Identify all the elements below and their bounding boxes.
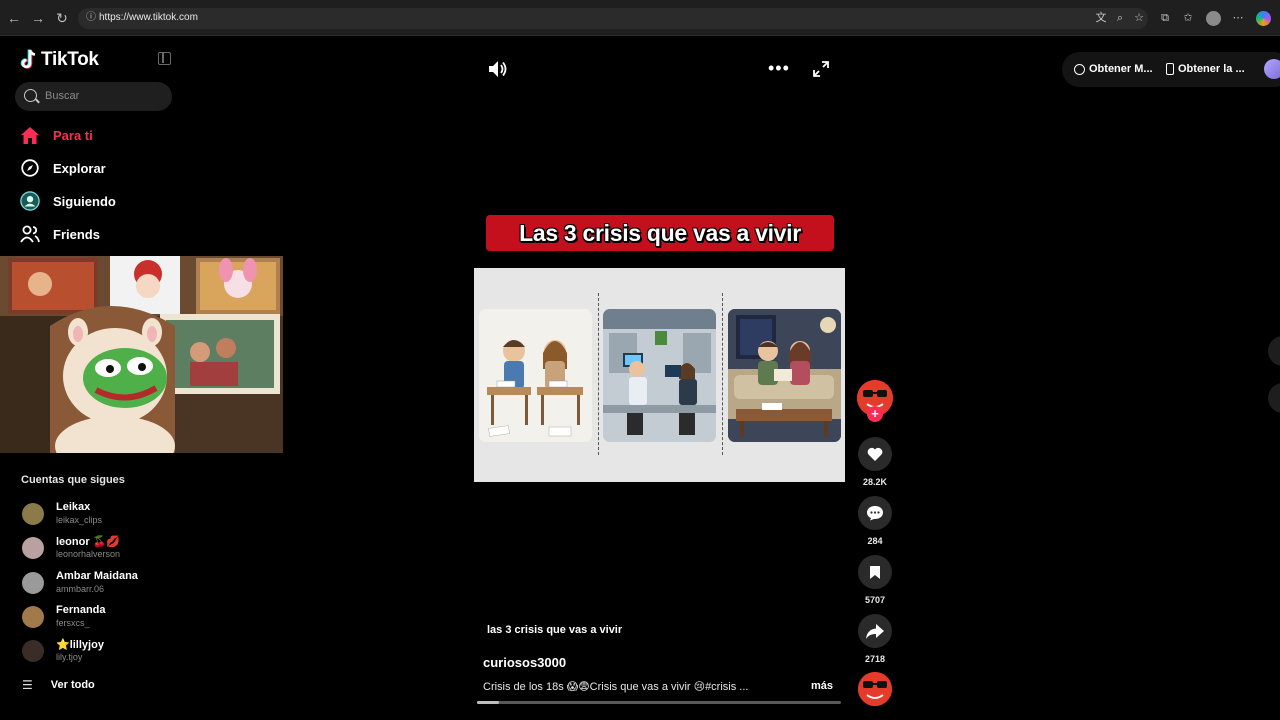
volume-icon[interactable]: [488, 60, 508, 78]
like-count: 28.2K: [862, 477, 888, 487]
account-handle: fersxcs_: [56, 618, 90, 628]
nav-label: Explorar: [53, 160, 106, 176]
avatar: [22, 606, 44, 628]
get-app-button[interactable]: Obtener M...: [1074, 63, 1153, 75]
music-disc[interactable]: [858, 672, 892, 706]
nav-item-para-ti[interactable]: Para ti: [20, 124, 93, 146]
save-count: 5707: [864, 595, 886, 605]
star-icon[interactable]: ☆: [1132, 11, 1146, 25]
previous-video-button[interactable]: [1268, 336, 1280, 366]
video-frame[interactable]: [474, 268, 845, 482]
account-name: leonor 🍒💋: [56, 536, 121, 548]
coin-icon: [1074, 63, 1085, 75]
panel-divider: [722, 293, 723, 455]
avatar: [22, 572, 44, 594]
reload-icon[interactable]: ↻: [54, 10, 70, 26]
video-progress-bar[interactable]: [477, 701, 841, 704]
like-button[interactable]: [858, 437, 892, 471]
bookmark-icon: [870, 566, 880, 579]
extensions-icon[interactable]: ⧉: [1158, 11, 1172, 25]
nav-label: Para ti: [53, 127, 93, 143]
nav-label: Friends: [53, 226, 100, 242]
see-all-label: Ver todo: [50, 679, 95, 691]
next-video-button[interactable]: [1268, 383, 1280, 413]
nav-label: Siguiendo: [53, 193, 116, 209]
streamer-webcam-overlay: [0, 256, 283, 453]
url-text: https://www.tiktok.com: [99, 12, 198, 23]
comment-button[interactable]: [858, 496, 892, 530]
comment-count: 284: [867, 536, 883, 546]
profile-avatar[interactable]: [1264, 59, 1280, 79]
fullscreen-icon[interactable]: [813, 61, 829, 77]
illustration-couple: [728, 309, 841, 442]
phone-icon: [1166, 63, 1174, 75]
top-right-actions: Obtener M... Obtener la ...: [1062, 52, 1280, 87]
account-name: Ambar Maidana: [56, 570, 138, 582]
share-button[interactable]: [858, 614, 892, 648]
see-all-button[interactable]: ☰ Ver todo: [22, 678, 95, 692]
video-progress-fill: [477, 701, 499, 704]
nav-item-siguiendo[interactable]: Siguiendo: [20, 190, 116, 212]
zoom-icon[interactable]: ⌕: [1113, 11, 1127, 25]
list-icon: ☰: [22, 678, 33, 692]
video-description: Crisis de los 18s 😱😨Crisis que vas a viv…: [483, 681, 749, 693]
logo-text: TikTok: [41, 49, 99, 70]
following-icon: [20, 191, 40, 211]
get-app-mobile-button[interactable]: Obtener la ...: [1166, 63, 1245, 75]
video-title-banner: Las 3 crisis que vas a vivir: [486, 215, 834, 251]
home-icon: [20, 125, 40, 145]
more-link[interactable]: más: [811, 680, 833, 692]
share-icon: [866, 623, 884, 639]
avatar: [22, 640, 44, 662]
share-count: 2718: [864, 654, 886, 664]
following-title: Cuentas que sigues: [21, 474, 125, 486]
get-app-mobile-label: Obtener la ...: [1178, 63, 1245, 75]
account-name: Fernanda: [56, 604, 106, 616]
collapse-sidebar-icon[interactable]: [158, 52, 171, 65]
copilot-icon[interactable]: [1256, 11, 1271, 26]
account-handle: ammbarr.06: [56, 584, 105, 594]
video-overlay-title: Las 3 crisis que vas a vivir: [519, 219, 801, 246]
address-bar[interactable]: ⓘ https://www.tiktok.com: [78, 8, 1148, 29]
translate-icon[interactable]: 文: [1094, 11, 1108, 25]
search-input[interactable]: Buscar: [15, 82, 172, 111]
follow-plus-button[interactable]: +: [867, 406, 883, 422]
more-options-icon[interactable]: •••: [768, 59, 790, 77]
illustration-office: [603, 309, 716, 442]
account-name: ⭐lillyjoy: [56, 639, 104, 651]
browser-profile-avatar[interactable]: [1206, 11, 1221, 26]
account-name: Leikax: [56, 501, 91, 513]
tiktok-logo[interactable]: TikTok: [20, 48, 99, 72]
avatar: [22, 537, 44, 559]
browser-menu-icon[interactable]: ⋯: [1231, 11, 1245, 25]
back-icon[interactable]: ←: [6, 10, 22, 26]
friends-icon: [20, 224, 40, 244]
search-placeholder: Buscar: [45, 90, 80, 102]
account-handle: leonorhalverson: [56, 549, 121, 559]
comment-icon: [867, 506, 883, 521]
favorites-icon[interactable]: ✩: [1181, 11, 1195, 25]
nav-item-friends[interactable]: Friends: [20, 223, 100, 245]
search-icon: [24, 89, 37, 102]
panel-divider: [598, 293, 599, 455]
browser-toolbar: ← → ↻ ⓘ https://www.tiktok.com 文 ⌕ ☆ ⧉ ✩…: [0, 0, 1280, 36]
account-handle: leikax_clips: [56, 515, 103, 525]
account-handle: lily.tjoy: [56, 652, 83, 662]
nav-item-explorar[interactable]: Explorar: [20, 157, 106, 179]
author-name[interactable]: curiosos3000: [483, 655, 566, 670]
compass-icon: [20, 158, 40, 178]
save-button[interactable]: [858, 555, 892, 589]
get-app-label: Obtener M...: [1089, 63, 1153, 75]
illustration-students: [479, 309, 592, 442]
site-info-icon[interactable]: ⓘ: [86, 12, 98, 24]
avatar: [22, 503, 44, 525]
heart-icon: [867, 447, 883, 461]
forward-icon[interactable]: →: [30, 10, 46, 26]
tiktok-note-icon: [20, 49, 36, 69]
video-caption: las 3 crisis que vas a vivir: [487, 624, 623, 636]
